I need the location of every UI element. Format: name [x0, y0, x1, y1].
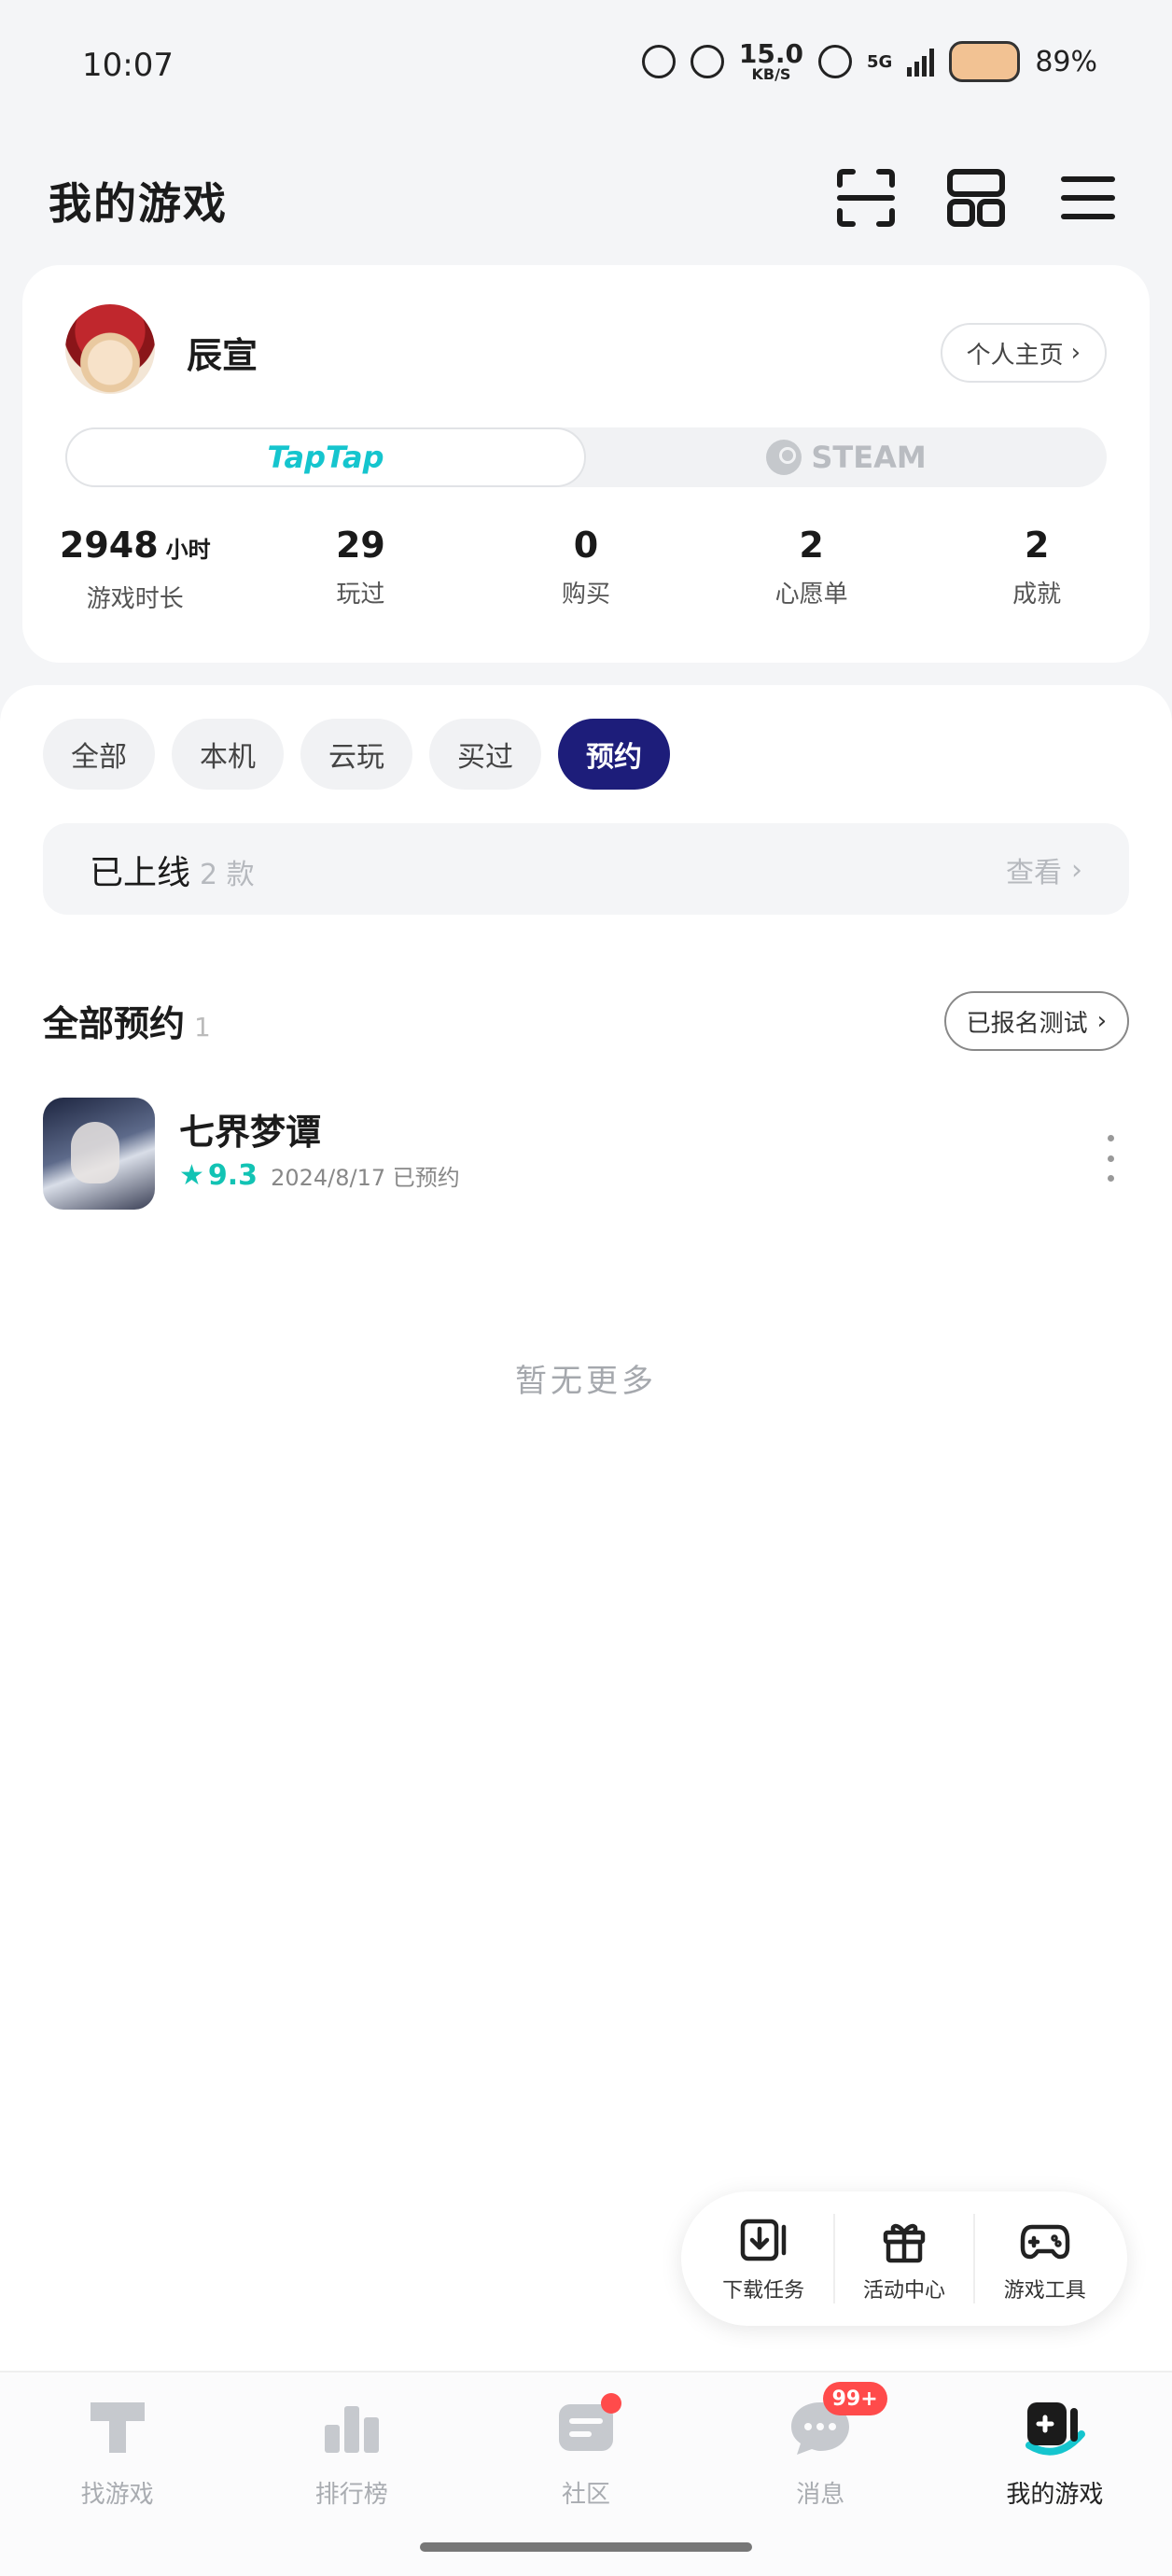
chevron-right-icon: › — [1070, 339, 1081, 367]
scan-button[interactable] — [832, 164, 900, 231]
divider — [973, 2214, 976, 2303]
game-cover[interactable] — [43, 1098, 155, 1210]
tab-steam[interactable]: STEAM — [586, 427, 1107, 487]
section-count: 1 — [194, 1012, 211, 1043]
network-type: 5G — [867, 51, 893, 72]
taptap-icon — [90, 2402, 145, 2453]
filter-bought[interactable]: 买过 — [429, 719, 541, 790]
profile-page-button[interactable]: 个人主页 › — [940, 323, 1107, 383]
activity-center-button[interactable]: 活动中心 — [839, 2214, 970, 2303]
tab-taptap[interactable]: TapTap — [65, 427, 586, 487]
stat-played[interactable]: 29 玩过 — [248, 519, 474, 631]
empty-hint: 暂无更多 — [515, 1363, 657, 1400]
released-bar[interactable]: 已上线 2 款 查看 › — [43, 823, 1129, 915]
profile-card: 辰宣 个人主页 › TapTap STEAM 2948 小时 游戏时长 29 玩过… — [22, 265, 1150, 663]
stat-wishlist[interactable]: 2 心愿单 — [699, 519, 925, 631]
game-status: 2024/8/17 已预约 — [271, 1165, 460, 1191]
cat-notification-icon — [690, 45, 724, 78]
game-meta: ★ 9.3 2024/8/17 已预约 — [179, 1159, 460, 1192]
star-icon: ★ — [179, 1159, 204, 1192]
filter-cloud[interactable]: 云玩 — [300, 719, 412, 790]
chevron-right-icon: › — [1071, 853, 1082, 887]
layout-button[interactable] — [942, 164, 1010, 231]
floating-toolbar: 下载任务 活动中心 游戏工具 — [681, 2191, 1127, 2326]
game-list-item[interactable]: 七界梦谭 ★ 9.3 2024/8/17 已预约 — [43, 1098, 1129, 1213]
battery-icon — [949, 41, 1021, 82]
signed-up-test-button[interactable]: 已报名测试 › — [943, 991, 1129, 1051]
released-count: 2 款 — [200, 859, 255, 891]
released-label: 已上线 — [90, 854, 191, 892]
battery-level: 89% — [1035, 45, 1097, 78]
download-tasks-button[interactable]: 下载任务 — [698, 2214, 829, 2303]
stat-play-time[interactable]: 2948 小时 游戏时长 — [22, 519, 248, 631]
chevron-right-icon: › — [1096, 1007, 1107, 1035]
more-icon — [1107, 1135, 1114, 1141]
home-indicator[interactable] — [420, 2542, 752, 2552]
divider — [832, 2214, 835, 2303]
nav-find-games[interactable]: 找游戏 — [0, 2373, 234, 2576]
status-time: 10:07 — [82, 47, 174, 84]
section-title: 全部预约 1 — [43, 1003, 211, 1044]
network-speed: 15.0 KB/S — [738, 38, 803, 83]
menu-button[interactable] — [1054, 164, 1122, 231]
game-tools-button[interactable]: 游戏工具 — [980, 2214, 1110, 2303]
stat-achievements[interactable]: 2 成就 — [924, 519, 1150, 631]
grid-icon — [947, 169, 1005, 227]
status-icons: 15.0 KB/S 5G 89% — [641, 38, 1097, 83]
signal-icon — [907, 47, 935, 77]
wifi-icon — [818, 45, 852, 78]
unread-count-badge: 99+ — [822, 2382, 887, 2415]
scan-icon — [837, 169, 895, 227]
profile-link-label: 个人主页 — [966, 341, 1064, 370]
gamepad-icon — [1020, 2224, 1069, 2260]
page-header: 我的游戏 — [0, 159, 1172, 271]
my-games-icon — [1026, 2402, 1086, 2456]
filter-all[interactable]: 全部 — [43, 719, 155, 790]
steam-icon — [766, 440, 802, 475]
nav-my-games[interactable]: 我的游戏 — [938, 2373, 1172, 2576]
released-view-link[interactable]: 查看 › — [1006, 849, 1082, 890]
ranking-icon — [324, 2406, 379, 2453]
filter-local[interactable]: 本机 — [172, 719, 284, 790]
page-title: 我的游戏 — [49, 178, 228, 229]
avatar[interactable] — [65, 304, 155, 394]
filter-reserved[interactable]: 预约 — [558, 719, 670, 790]
more-options-button[interactable] — [1092, 1135, 1129, 1182]
platform-switch: TapTap STEAM — [65, 427, 1107, 487]
game-rating: ★ 9.3 — [179, 1159, 258, 1192]
status-bar: 10:07 15.0 KB/S 5G 89% — [0, 0, 1172, 131]
stat-purchased[interactable]: 0 购买 — [473, 519, 699, 631]
game-name: 七界梦谭 — [179, 1112, 322, 1153]
gift-icon — [883, 2223, 926, 2263]
notification-icon — [641, 45, 676, 78]
download-icon — [740, 2219, 787, 2261]
username: 辰宣 — [187, 335, 258, 376]
menu-icon — [1061, 176, 1115, 219]
filter-chips: 全部 本机 云玩 买过 预约 — [43, 719, 670, 790]
main-panel: 全部 本机 云玩 买过 预约 已上线 2 款 查看 › 全部预约 1 已报名测试 ›… — [0, 685, 1172, 2371]
stats-row: 2948 小时 游戏时长 29 玩过 0 购买 2 心愿单 2 成就 — [22, 519, 1150, 631]
